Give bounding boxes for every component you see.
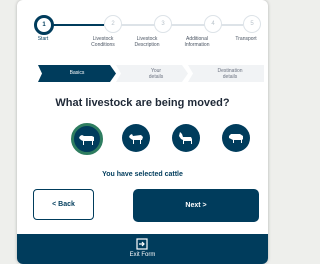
step-3-label: Livestock Description xyxy=(134,36,160,48)
form-card: 1 2 3 4 5 Start Livestock Conditions Liv… xyxy=(17,0,268,264)
back-button[interactable]: < Back xyxy=(33,189,94,220)
step-3-circle[interactable]: 3 xyxy=(154,15,172,33)
stepper-line xyxy=(49,24,104,26)
step-4-label: Additional Information xyxy=(184,36,210,48)
substep-breadcrumb: Basics Your details Destination details xyxy=(32,65,264,82)
goat-option[interactable] xyxy=(172,124,200,152)
cattle-icon xyxy=(79,135,94,145)
question-heading: What livestock are being moved? xyxy=(55,97,230,109)
sheep-icon xyxy=(129,134,143,144)
next-button[interactable]: Next > xyxy=(133,189,259,222)
step-1-circle[interactable]: 1 xyxy=(34,15,54,35)
pig-icon xyxy=(229,134,243,143)
step-1-label: Start xyxy=(37,36,49,42)
step-2-circle[interactable]: 2 xyxy=(104,15,122,33)
selection-message: You have selected cattle xyxy=(102,171,183,178)
step-4-circle[interactable]: 4 xyxy=(204,15,222,33)
exit-icon xyxy=(136,238,148,250)
sheep-option[interactable] xyxy=(122,124,150,152)
substep-destination-details[interactable]: Destination details xyxy=(210,65,250,82)
cattle-option[interactable] xyxy=(71,123,103,155)
progress-stepper: 1 2 3 4 5 Start Livestock Conditions Liv… xyxy=(17,0,268,62)
step-5-circle[interactable]: 5 xyxy=(243,15,261,33)
step-2-label: Livestock Conditions xyxy=(91,36,115,48)
pig-option[interactable] xyxy=(222,124,250,152)
goat-icon xyxy=(179,132,192,144)
stepper-line xyxy=(221,24,243,26)
substep-basics[interactable]: Basics xyxy=(40,65,114,82)
exit-form-button[interactable]: Exit Form xyxy=(17,234,268,264)
step-5-label: Transport xyxy=(235,36,257,42)
exit-form-label: Exit Form xyxy=(129,252,156,258)
substep-your-details[interactable]: Your details xyxy=(144,65,168,82)
